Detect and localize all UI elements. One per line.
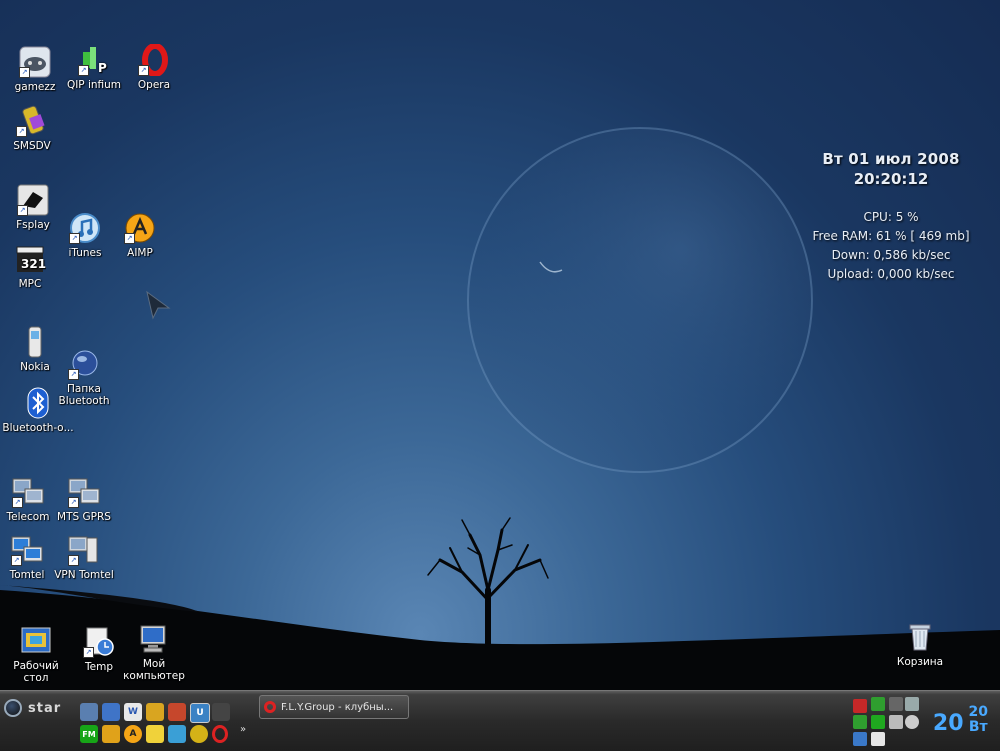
desktop-icon-mts-gprs[interactable]: ↗ MTS GPRS bbox=[48, 475, 120, 523]
desktop-icon-aimp[interactable]: ↗ AIMP bbox=[104, 211, 176, 259]
tray-disk-icon[interactable] bbox=[905, 715, 919, 729]
desktop-icon-recycle-bin[interactable]: Корзина bbox=[884, 620, 956, 668]
desktop-icon-rabochiy-stol[interactable]: Рабочий стол bbox=[0, 624, 72, 684]
qip-icon[interactable] bbox=[146, 703, 164, 721]
vpn-connection-icon: ↗ bbox=[67, 533, 101, 567]
widget-ram: Free RAM: 61 % [ 469 mb] bbox=[812, 229, 970, 243]
tray-pencil-icon[interactable] bbox=[853, 715, 867, 729]
phone-sms-icon: ↗ bbox=[15, 104, 49, 138]
download-master-icon[interactable] bbox=[168, 703, 186, 721]
tray-volume-icon[interactable] bbox=[889, 715, 903, 729]
gamepad-icon: ↗ bbox=[18, 45, 52, 79]
opera-icon: ↗ bbox=[137, 43, 171, 77]
show-desktop-icon[interactable] bbox=[80, 703, 98, 721]
nokia-phone-icon bbox=[18, 325, 52, 359]
wallpaper-scene bbox=[0, 127, 1000, 690]
task-title: F.L.Y.Group - клубны... bbox=[281, 701, 394, 713]
flame-icon[interactable] bbox=[212, 703, 230, 721]
aimp-icon: ↗ bbox=[123, 211, 157, 245]
desktop-icon-mpc[interactable]: 321 MPC bbox=[0, 242, 66, 290]
word-icon[interactable]: W bbox=[124, 703, 142, 721]
network-connection-icon: ↗ bbox=[11, 475, 45, 509]
app-u-icon[interactable]: U bbox=[190, 703, 210, 723]
fsplay-icon: ↗ bbox=[16, 183, 50, 217]
start-orb-icon bbox=[4, 699, 22, 717]
desktop: ↗ gamezz P ↗ QIP infium ↗ Opera ↗ SMSDV … bbox=[0, 0, 1000, 690]
aimp-icon[interactable]: A bbox=[124, 725, 142, 743]
tray-memory-icon[interactable] bbox=[871, 715, 885, 729]
network-connection-icon: ↗ bbox=[67, 475, 101, 509]
mouse-cursor-icon bbox=[146, 290, 171, 320]
desktop-icon-smsdv[interactable]: ↗ SMSDV bbox=[0, 104, 68, 152]
taskbar-task-opera[interactable]: F.L.Y.Group - клубны... bbox=[259, 695, 409, 719]
search-tool-icon[interactable] bbox=[190, 725, 208, 743]
desktop-icon-bluetooth[interactable]: Bluetooth-о... bbox=[2, 386, 74, 434]
desktop-icon-vpn-tomtel[interactable]: ↗ VPN Tomtel bbox=[48, 533, 120, 581]
quick-launch-overflow-button[interactable]: » bbox=[240, 724, 246, 735]
clock-minute: 20 bbox=[968, 704, 988, 720]
clock-day: Вт bbox=[968, 719, 988, 735]
taskbar: star W U FM A » F.L.Y.Group - клубны... … bbox=[0, 690, 1000, 751]
svg-text:321: 321 bbox=[21, 257, 46, 271]
opera-icon bbox=[264, 701, 276, 713]
recycle-bin-icon bbox=[903, 620, 937, 654]
widget-date: Вт 01 июл 2008 bbox=[822, 150, 960, 168]
desktop-icon-opera[interactable]: ↗ Opera bbox=[118, 43, 190, 91]
browser-icon[interactable] bbox=[168, 725, 186, 743]
tray-shield-icon[interactable] bbox=[853, 732, 867, 746]
itunes-icon: ↗ bbox=[68, 211, 102, 245]
bluetooth-folder-globe-icon: ↗ bbox=[67, 347, 101, 381]
svg-text:P: P bbox=[98, 61, 107, 75]
system-monitor-widget: Вт 01 июл 2008 20:20:12 CPU: 5 % Free RA… bbox=[796, 150, 986, 281]
window-icon[interactable] bbox=[102, 703, 120, 721]
qip-flower-icon: P ↗ bbox=[77, 43, 111, 77]
taskbar-clock[interactable]: 20 20 Вт bbox=[933, 705, 988, 735]
my-computer-icon bbox=[137, 622, 171, 656]
v-icon[interactable] bbox=[146, 725, 164, 743]
widget-cpu: CPU: 5 % bbox=[863, 210, 919, 224]
lightning-icon[interactable] bbox=[102, 725, 120, 743]
folder-clock-icon: ↗ bbox=[82, 625, 116, 659]
network-connection-icon: ↗ bbox=[10, 533, 44, 567]
widget-down: Down: 0,586 kb/sec bbox=[831, 248, 951, 262]
tray-network-icon[interactable] bbox=[905, 697, 919, 711]
tray-a-icon[interactable] bbox=[871, 732, 885, 746]
start-button[interactable]: star bbox=[4, 699, 61, 717]
bluetooth-icon bbox=[21, 386, 55, 420]
opera-icon[interactable] bbox=[212, 725, 228, 743]
widget-time: 20:20:12 bbox=[853, 170, 929, 188]
clock-hour: 20 bbox=[932, 711, 964, 736]
desktop-icon-my-computer[interactable]: Мой компьютер bbox=[118, 622, 190, 682]
mpc-clapper-icon: 321 bbox=[13, 242, 47, 276]
start-label: star bbox=[28, 700, 62, 716]
tray-nvidia-icon[interactable] bbox=[871, 697, 885, 711]
desktop-icon bbox=[19, 624, 53, 658]
widget-upload: Upload: 0,000 kb/sec bbox=[827, 267, 955, 281]
tray-arrow-icon[interactable] bbox=[853, 699, 867, 713]
tray-flame-icon[interactable] bbox=[889, 697, 903, 711]
fm-radio-icon[interactable]: FM bbox=[80, 725, 98, 743]
